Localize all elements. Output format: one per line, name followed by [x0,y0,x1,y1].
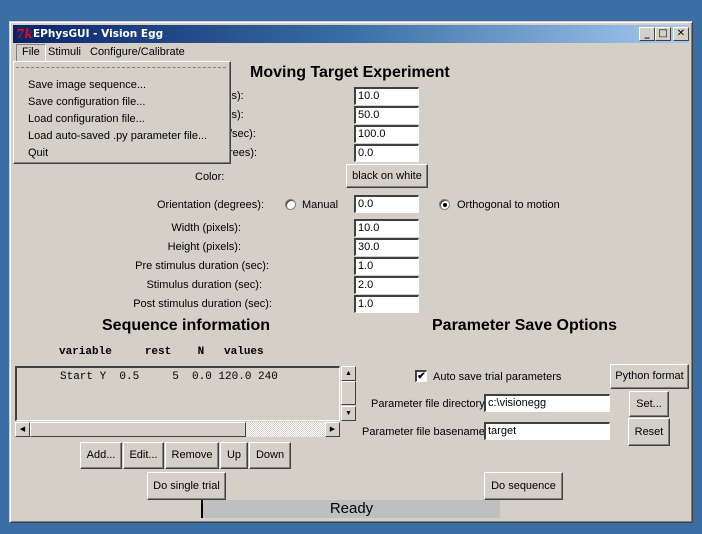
param-basename-input[interactable]: target [484,422,610,440]
param-dir-input[interactable]: c:\visionegg [484,394,610,412]
pre-stimulus-label: Pre stimulus duration (sec): [135,260,269,272]
stimulus-duration-input[interactable]: 2.0 [354,276,419,294]
scroll-right-button[interactable]: ▶ [325,422,340,437]
arrow-up-icon: ▲ [345,370,352,377]
field-label-partial: rees): [229,147,258,159]
color-button[interactable]: black on white [346,164,428,188]
vertical-scroll-thumb[interactable] [341,381,356,405]
width-label: Width (pixels): [171,222,241,234]
remove-button[interactable]: Remove [165,442,219,469]
menu-item-load-configuration[interactable]: Load configuration file... [28,113,145,125]
post-stimulus-label: Post stimulus duration (sec): [133,298,272,310]
sequence-header: variable rest N values [59,346,264,358]
menu-item-quit[interactable]: Quit [28,147,48,159]
field-label-partial: ls): [229,109,244,121]
top-field-4-input[interactable]: 0.0 [354,144,419,162]
do-sequence-button[interactable]: Do sequence [484,472,563,500]
menu-item-save-image-sequence[interactable]: Save image sequence... [28,79,146,91]
stimulus-duration-label: Stimulus duration (sec): [146,279,262,291]
scroll-up-button[interactable]: ▲ [341,366,356,381]
close-icon: ✕ [676,28,686,39]
menu-bar: File Stimuli Configure/Calibrate [13,43,689,62]
field-label-partial: ls): [229,90,244,102]
width-input[interactable]: 10.0 [354,219,419,237]
param-basename-label: Parameter file basename: [362,426,488,438]
param-save-title: Parameter Save Options [432,317,617,334]
color-label: Color: [195,171,225,183]
scroll-left-button[interactable]: ◀ [15,422,30,437]
up-button[interactable]: Up [220,442,248,469]
param-dir-label: Parameter file directory: [371,398,488,410]
menu-configure-calibrate[interactable]: Configure/Calibrate [85,44,190,60]
auto-save-label: Auto save trial parameters [433,371,562,383]
tearoff-line[interactable] [16,67,226,68]
height-label: Height (pixels): [167,241,241,253]
edit-button[interactable]: Edit... [123,442,164,469]
status-bar: Ready [203,500,500,518]
file-menu-dropdown: Save image sequence... Save configuratio… [13,61,231,164]
orientation-input[interactable]: 0.0 [354,195,419,213]
horizontal-scroll-thumb[interactable] [30,422,246,437]
top-field-2-input[interactable]: 50.0 [354,106,419,124]
top-field-3-input[interactable]: 100.0 [354,125,419,143]
maximize-button[interactable]: □ [655,27,671,41]
window-title: EPhysGUI - Vision Egg [33,28,164,40]
tk-logo-icon: 7k [16,27,33,41]
down-button[interactable]: Down [249,442,291,469]
pre-stimulus-input[interactable]: 1.0 [354,257,419,275]
experiment-title: Moving Target Experiment [250,64,450,81]
reset-button[interactable]: Reset [628,418,670,446]
orientation-label: Orientation (degrees): [157,199,264,211]
minimize-button[interactable]: _ [639,27,655,41]
sequence-row[interactable]: Start Y 0.5 5 0.0 120.0 240 [27,371,278,383]
title-bar[interactable]: 7k EPhysGUI - Vision Egg _ □ ✕ [13,25,689,43]
checkmark-icon: ✔ [417,371,426,382]
maximize-icon: □ [658,28,668,39]
auto-save-checkbox[interactable]: ✔ [415,370,427,382]
set-button[interactable]: Set... [629,391,669,417]
orientation-orthogonal-radio[interactable] [439,199,450,210]
orientation-orthogonal-label: Orthogonal to motion [457,199,560,211]
python-format-button[interactable]: Python format [610,364,689,389]
do-single-trial-button[interactable]: Do single trial [147,472,226,500]
minimize-icon: _ [644,28,650,39]
orientation-manual-label: Manual [302,199,339,211]
field-label-partial: /sec): [229,128,256,140]
top-field-1-input[interactable]: 10.0 [354,87,419,105]
status-text: Ready [329,500,374,517]
orientation-manual-radio[interactable] [285,199,296,210]
sequence-title: Sequence information [102,317,271,334]
menu-item-load-autosaved[interactable]: Load auto-saved .py parameter file... [28,130,207,142]
menu-file[interactable]: File [16,44,46,62]
radio-selected-dot [443,203,447,207]
menu-item-save-configuration[interactable]: Save configuration file... [28,96,145,108]
height-input[interactable]: 30.0 [354,238,419,256]
arrow-left-icon: ◀ [19,426,26,433]
arrow-down-icon: ▼ [345,410,352,417]
scroll-down-button[interactable]: ▼ [341,406,356,421]
sequence-listbox[interactable]: Start Y 0.5 5 0.0 120.0 240 [15,366,340,421]
post-stimulus-input[interactable]: 1.0 [354,295,419,313]
menu-stimuli[interactable]: Stimuli [43,44,86,60]
close-button[interactable]: ✕ [673,27,689,41]
add-button[interactable]: Add... [80,442,122,469]
arrow-right-icon: ▶ [329,426,336,433]
